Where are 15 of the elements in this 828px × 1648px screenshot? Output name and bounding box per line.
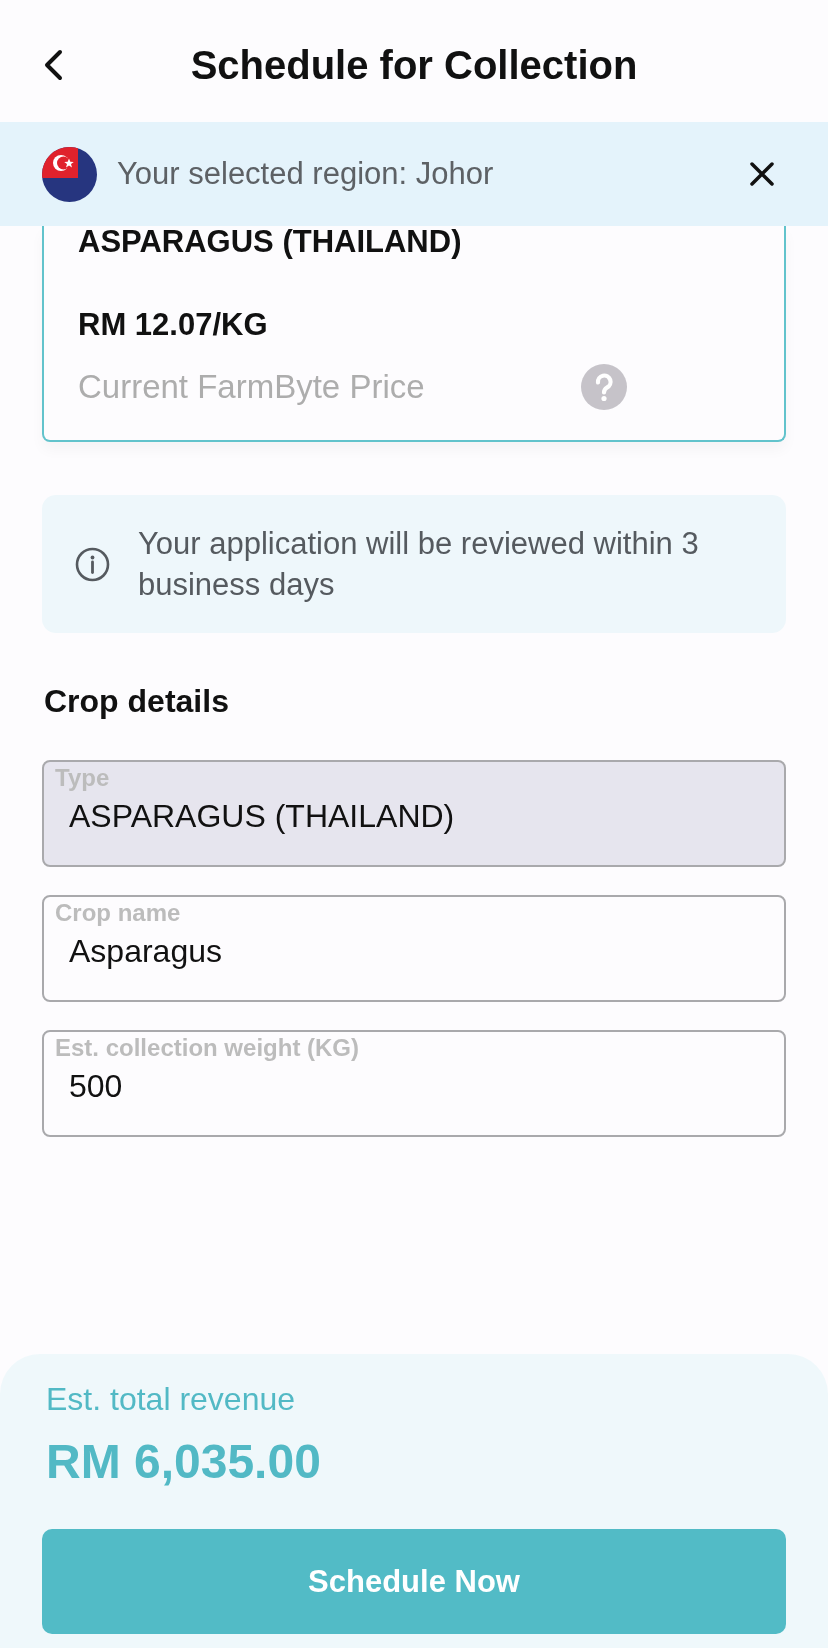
crop-title: ASPARAGUS (THAILAND): [78, 226, 462, 257]
page-title: Schedule for Collection: [190, 42, 638, 89]
notice-text: Your application will be reviewed within 3 business days: [138, 525, 700, 604]
section-heading: Crop details: [44, 682, 229, 720]
input-field[interactable]: Est. collection weight (KG) 500: [42, 1030, 786, 1137]
chevron-left-icon: [43, 49, 63, 81]
close-icon: [749, 161, 775, 187]
input-field[interactable]: Crop name Asparagus: [42, 895, 786, 1002]
price-text: RM 12.07/KG: [78, 309, 268, 340]
revenue-amount: RM 6,035.00: [46, 1434, 321, 1490]
price-caption: Current FarmByte Price: [78, 367, 425, 407]
info-icon: [75, 546, 110, 582]
revenue-label: Est. total revenue: [46, 1380, 296, 1418]
region-text: Your selected region: Johor: [117, 155, 494, 193]
flag-icon: [42, 146, 97, 202]
